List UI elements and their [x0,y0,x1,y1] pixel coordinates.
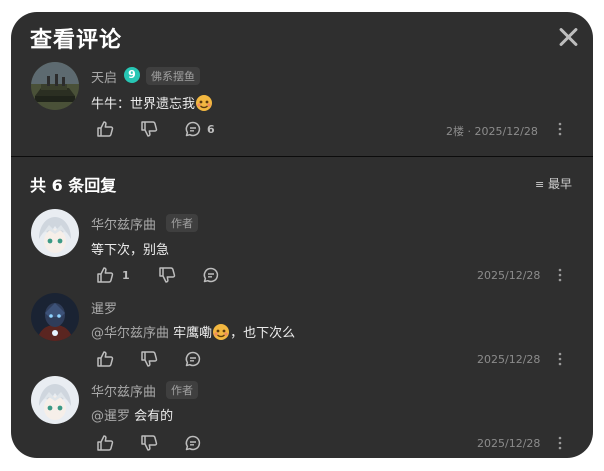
author-tag: 作者 [166,381,198,399]
dislike-icon[interactable] [158,266,176,284]
reply-text-content: 会有的 [134,409,174,424]
reply-author[interactable]: 暹罗 [91,298,117,317]
dislike-icon[interactable] [140,434,158,452]
more-icon[interactable] [558,352,562,366]
reply-text: @华尔兹序曲 牢鹰嘞 ，也下次么 [91,322,295,341]
avatar[interactable] [31,293,79,341]
like-icon[interactable] [96,434,114,452]
avatar[interactable] [31,209,79,257]
more-icon[interactable] [558,268,562,282]
reply-count: 6 [207,123,215,136]
avatar[interactable] [31,62,79,110]
sticker-icon [195,94,213,112]
more-icon[interactable] [558,122,562,136]
reply-date: 2025/12/28 [477,353,541,366]
more-icon[interactable] [558,436,562,450]
reply-text: @暹罗 会有的 [91,405,173,424]
reply-icon[interactable] [184,350,202,368]
author-tag: 作者 [166,214,198,232]
reply-date: 2025/12/28 [477,269,541,282]
level-badge: 9 [124,67,140,83]
comment-text: 牛牛：世界遗忘我 [91,93,213,112]
reply-date: 2025/12/28 [477,437,541,450]
reply-text-b: ，也下次么 [230,326,296,341]
comment-author[interactable]: 天启 [91,67,117,86]
fan-badge: 佛系摆鱼 [146,67,200,85]
dislike-icon[interactable] [140,120,158,138]
dislike-icon[interactable] [140,350,158,368]
sticker-icon [212,323,230,341]
sort-icon: ≡ [535,178,545,191]
dialog-title: 查看评论 [30,28,123,53]
reply-text: 等下次，别急 [91,243,170,258]
comment-dialog: 查看评论 天启 9 佛系摆鱼 牛牛：世界遗忘我 6 2楼 · 2025/12/2… [11,12,593,458]
reply-icon[interactable] [202,266,220,284]
reply-icon[interactable] [184,120,202,138]
mention-link[interactable]: @暹罗 [91,409,130,424]
reply-author[interactable]: 华尔兹序曲 [91,381,156,400]
like-count: 1 [122,269,130,282]
mention-link[interactable]: @华尔兹序曲 [91,326,169,341]
close-icon[interactable] [555,24,581,50]
replies-header: 共 6 条回复 [30,176,117,195]
like-icon[interactable] [96,350,114,368]
like-icon[interactable] [96,266,114,284]
divider [11,156,593,157]
sort-label: 最早 [548,177,573,191]
comment-text-content: 牛牛：世界遗忘我 [91,97,196,112]
reply-author[interactable]: 华尔兹序曲 [91,214,156,233]
avatar[interactable] [31,376,79,424]
reply-text-a: 牢鹰嘞 [173,326,213,341]
reply-icon[interactable] [184,434,202,452]
floor-and-date: 2楼 · 2025/12/28 [446,125,538,138]
like-icon[interactable] [96,120,114,138]
sort-button[interactable]: ≡ 最早 [535,175,572,192]
